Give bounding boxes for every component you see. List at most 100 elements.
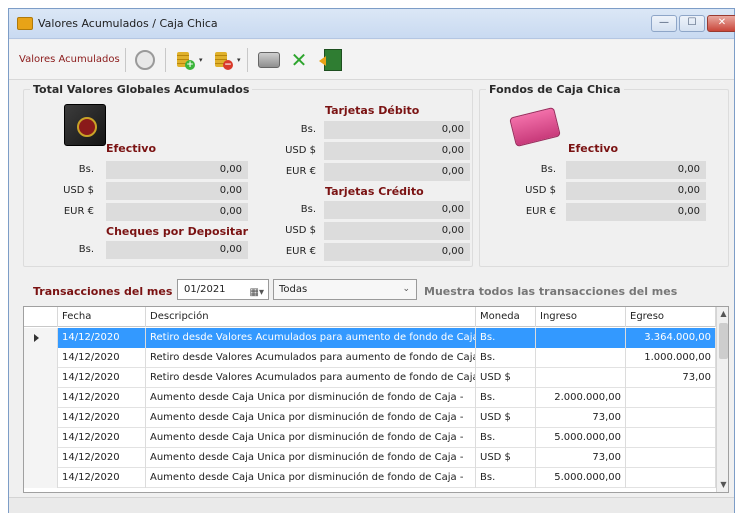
row-indicator[interactable] <box>24 368 58 388</box>
transaction-filter-select[interactable]: Todas ⌄ <box>273 279 417 300</box>
table-row[interactable]: 14/12/2020 Aumento desde Caja Unica por d… <box>24 388 716 408</box>
shuffle-icon: ✕ <box>290 48 308 72</box>
row-indicator[interactable] <box>24 348 58 368</box>
cell-egreso[interactable]: 73,00 <box>626 368 716 388</box>
fondos-bs-value: 0,00 <box>566 161 706 179</box>
grid-header: Fecha Descripción Moneda Ingreso Egreso <box>24 307 716 327</box>
cell-ingreso[interactable]: 73,00 <box>536 448 626 468</box>
row-indicator[interactable] <box>24 408 58 428</box>
minimize-button[interactable]: — <box>651 15 677 32</box>
row-indicator[interactable] <box>24 328 58 348</box>
cell-fecha[interactable]: 14/12/2020 <box>58 348 146 368</box>
chevron-down-icon[interactable]: ⌄ <box>402 280 410 299</box>
debito-usd-value: 0,00 <box>324 142 470 160</box>
row-indicator[interactable] <box>24 388 58 408</box>
efectivo-title: Efectivo <box>106 142 157 155</box>
cell-moneda[interactable]: Bs. <box>476 348 536 368</box>
cell-egreso[interactable]: 3.364.000,00 <box>626 328 716 348</box>
cell-moneda[interactable]: USD $ <box>476 448 536 468</box>
row-indicator[interactable] <box>24 468 58 488</box>
efectivo-eur-label: EUR € <box>63 206 94 217</box>
cell-fecha[interactable]: 14/12/2020 <box>58 408 146 428</box>
cell-descripcion[interactable]: Retiro desde Valores Acumulados para aum… <box>146 348 476 368</box>
column-header-descripcion[interactable]: Descripción <box>146 307 476 327</box>
cell-moneda[interactable]: USD $ <box>476 408 536 428</box>
print-button[interactable] <box>255 47 283 73</box>
cell-egreso[interactable] <box>626 448 716 468</box>
cell-fecha[interactable]: 14/12/2020 <box>58 468 146 488</box>
transactions-grid[interactable]: Fecha Descripción Moneda Ingreso Egreso … <box>23 306 729 493</box>
row-indicator[interactable] <box>24 448 58 468</box>
remove-fund-button[interactable] <box>209 47 237 73</box>
refresh-icon <box>135 50 155 70</box>
cell-egreso[interactable] <box>626 428 716 448</box>
current-row-arrow-icon <box>34 334 39 342</box>
toolbar: Valores Acumulados ▾ ▾ ✕ <box>9 40 734 80</box>
remove-fund-dropdown-arrow[interactable]: ▾ <box>237 56 241 64</box>
cell-ingreso[interactable]: 5.000.000,00 <box>536 428 626 448</box>
add-fund-button[interactable] <box>171 47 199 73</box>
cell-egreso[interactable] <box>626 388 716 408</box>
shuffle-button[interactable]: ✕ <box>285 47 313 73</box>
cell-ingreso[interactable] <box>536 328 626 348</box>
table-row[interactable]: 14/12/2020 Aumento desde Caja Unica por d… <box>24 468 716 488</box>
fondos-usd-value: 0,00 <box>566 182 706 200</box>
exit-button[interactable] <box>319 47 347 73</box>
cell-moneda[interactable]: USD $ <box>476 368 536 388</box>
table-row[interactable]: 14/12/2020 Retiro desde Valores Acumulado… <box>24 368 716 388</box>
cheques-bs-value: 0,00 <box>106 241 248 259</box>
cell-descripcion[interactable]: Aumento desde Caja Unica por disminución… <box>146 448 476 468</box>
cell-ingreso[interactable]: 73,00 <box>536 408 626 428</box>
toolbar-separator <box>165 48 166 72</box>
cell-egreso[interactable] <box>626 408 716 428</box>
cell-descripcion[interactable]: Retiro desde Valores Acumulados para aum… <box>146 368 476 388</box>
cell-fecha[interactable]: 14/12/2020 <box>58 428 146 448</box>
cell-ingreso[interactable]: 5.000.000,00 <box>536 468 626 488</box>
print-icon <box>258 52 280 68</box>
cell-descripcion[interactable]: Aumento desde Caja Unica por disminución… <box>146 468 476 488</box>
cell-egreso[interactable]: 1.000.000,00 <box>626 348 716 368</box>
column-header-fecha[interactable]: Fecha <box>58 307 146 327</box>
scroll-thumb[interactable] <box>719 323 728 359</box>
row-indicator-header <box>24 307 58 327</box>
calendar-dropdown-icon[interactable]: ▦▾ <box>250 283 264 302</box>
table-row[interactable]: 14/12/2020 Aumento desde Caja Unica por d… <box>24 448 716 468</box>
transactions-label: Transacciones del mes <box>33 285 173 298</box>
column-header-egreso[interactable]: Egreso <box>626 307 716 327</box>
credito-title: Tarjetas Crédito <box>325 185 424 198</box>
cell-descripcion[interactable]: Aumento desde Caja Unica por disminución… <box>146 388 476 408</box>
cell-ingreso[interactable] <box>536 348 626 368</box>
column-header-ingreso[interactable]: Ingreso <box>536 307 626 327</box>
cell-fecha[interactable]: 14/12/2020 <box>58 328 146 348</box>
cell-moneda[interactable]: Bs. <box>476 428 536 448</box>
cell-moneda[interactable]: Bs. <box>476 388 536 408</box>
vertical-scrollbar[interactable]: ▲ ▼ <box>716 307 728 492</box>
cell-ingreso[interactable] <box>536 368 626 388</box>
cell-fecha[interactable]: 14/12/2020 <box>58 368 146 388</box>
cell-fecha[interactable]: 14/12/2020 <box>58 448 146 468</box>
row-indicator[interactable] <box>24 428 58 448</box>
table-row[interactable]: 14/12/2020 Retiro desde Valores Acumulado… <box>24 328 716 348</box>
status-bar <box>9 497 734 513</box>
cell-fecha[interactable]: 14/12/2020 <box>58 388 146 408</box>
table-row[interactable]: 14/12/2020 Aumento desde Caja Unica por d… <box>24 408 716 428</box>
window-title: Valores Acumulados / Caja Chica <box>38 17 218 30</box>
add-fund-dropdown-arrow[interactable]: ▾ <box>199 56 203 64</box>
close-button[interactable]: ✕ <box>707 15 735 32</box>
cell-moneda[interactable]: Bs. <box>476 468 536 488</box>
cell-descripcion[interactable]: Aumento desde Caja Unica por disminución… <box>146 428 476 448</box>
cell-descripcion[interactable]: Retiro desde Valores Acumulados para aum… <box>146 328 476 348</box>
credito-bs-label: Bs. <box>300 204 316 215</box>
table-row[interactable]: 14/12/2020 Aumento desde Caja Unica por d… <box>24 428 716 448</box>
column-header-moneda[interactable]: Moneda <box>476 307 536 327</box>
month-picker[interactable]: 01/2021 ▦▾ <box>177 279 269 300</box>
cell-ingreso[interactable]: 2.000.000,00 <box>536 388 626 408</box>
table-row[interactable]: 14/12/2020 Retiro desde Valores Acumulado… <box>24 348 716 368</box>
refresh-button[interactable] <box>131 47 159 73</box>
cell-descripcion[interactable]: Aumento desde Caja Unica por disminución… <box>146 408 476 428</box>
maximize-button[interactable]: ☐ <box>679 15 705 32</box>
scroll-up-icon[interactable]: ▲ <box>717 307 728 321</box>
scroll-down-icon[interactable]: ▼ <box>717 478 728 492</box>
cell-moneda[interactable]: Bs. <box>476 328 536 348</box>
cell-egreso[interactable] <box>626 468 716 488</box>
